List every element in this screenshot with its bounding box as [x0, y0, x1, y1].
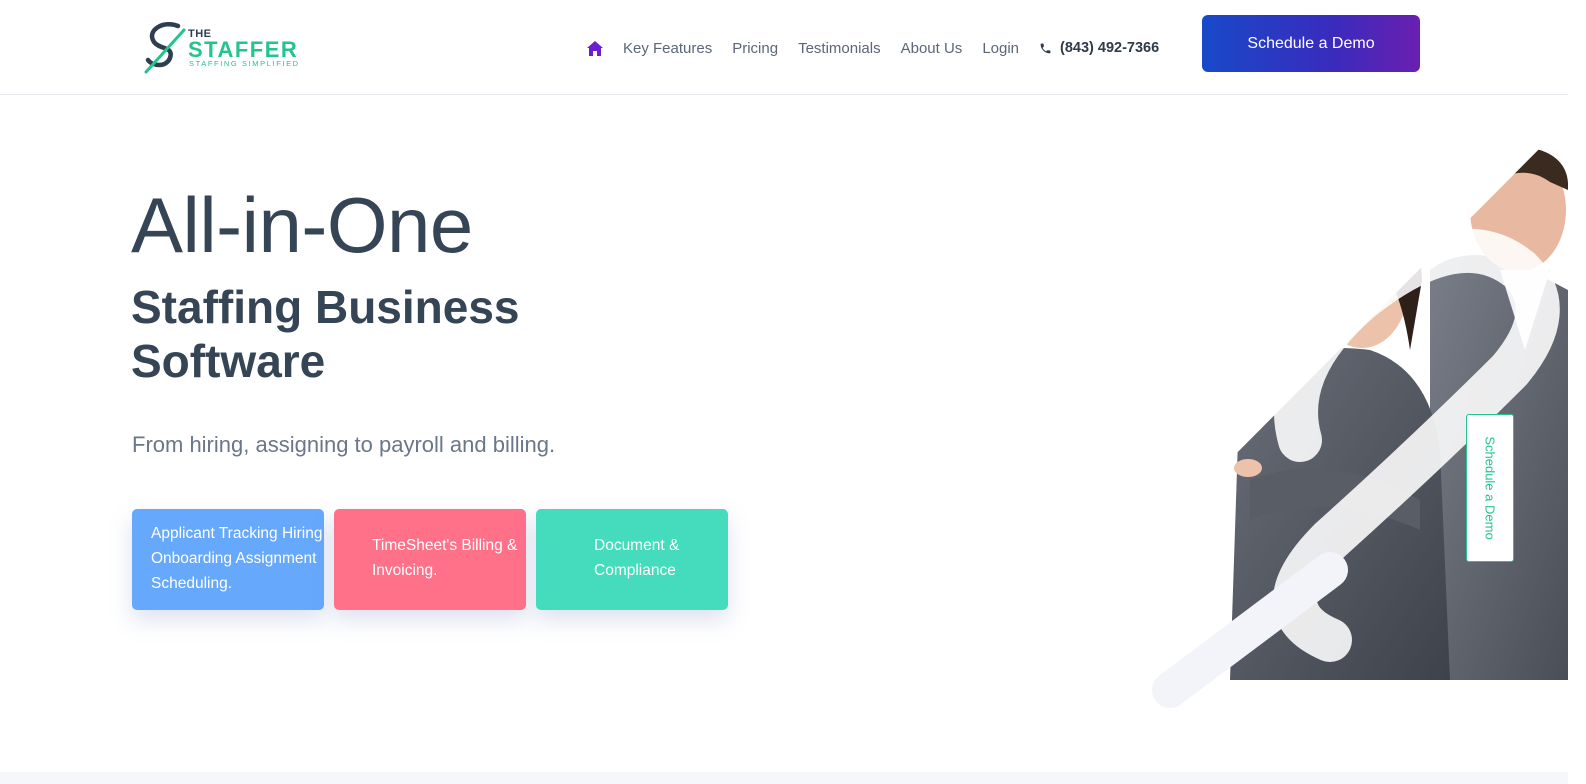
logo-mark-icon — [144, 22, 186, 74]
feature-card-document-compliance[interactable]: Document & Compliance — [536, 509, 728, 610]
section-divider — [0, 772, 1568, 784]
feature-card-timesheets[interactable]: TimeSheet's Billing & Invoicing. — [334, 509, 526, 610]
card-line: Document & — [594, 537, 680, 554]
nav-login[interactable]: Login — [982, 40, 1019, 57]
card-line: TimeSheet's Billing & — [372, 537, 518, 554]
nav-key-features[interactable]: Key Features — [623, 40, 712, 57]
card-line: Compliance — [594, 562, 676, 579]
hero-tagline: From hiring, assigning to payroll and bi… — [132, 432, 556, 457]
side-tab-label: Schedule a Demo — [1482, 436, 1498, 540]
card-line: Onboarding Assignment — [151, 550, 317, 567]
phone-number: (843) 492-7366 — [1060, 40, 1160, 56]
schedule-demo-button[interactable]: Schedule a Demo — [1202, 15, 1420, 72]
feature-card-applicant-tracking[interactable]: Applicant Tracking Hiring Onboarding Ass… — [132, 509, 324, 610]
home-icon[interactable] — [586, 39, 604, 57]
nav-about-us[interactable]: About Us — [901, 40, 963, 57]
card-line: Applicant Tracking Hiring — [151, 525, 323, 542]
hero-title: All-in-One — [131, 181, 473, 269]
scrollbar[interactable] — [1568, 0, 1586, 784]
site-header: THE STAFFER STAFFING SIMPLIFIED Key Feat… — [0, 0, 1568, 95]
nav-pricing[interactable]: Pricing — [732, 40, 778, 57]
hero-subtitle: Staffing Business Software — [131, 281, 520, 387]
card-line: Invoicing. — [372, 562, 438, 579]
phone-link[interactable]: (843) 492-7366 — [1039, 40, 1159, 56]
phone-icon — [1040, 43, 1051, 53]
card-line: Scheduling. — [151, 575, 233, 592]
main-nav: Key Features Pricing Testimonials About … — [586, 38, 1159, 58]
side-schedule-demo-tab[interactable]: Schedule a Demo — [1466, 414, 1514, 562]
nav-testimonials[interactable]: Testimonials — [798, 40, 881, 57]
logo[interactable]: THE STAFFER STAFFING SIMPLIFIED — [144, 20, 314, 76]
logo-tagline: STAFFING SIMPLIFIED — [189, 59, 300, 68]
